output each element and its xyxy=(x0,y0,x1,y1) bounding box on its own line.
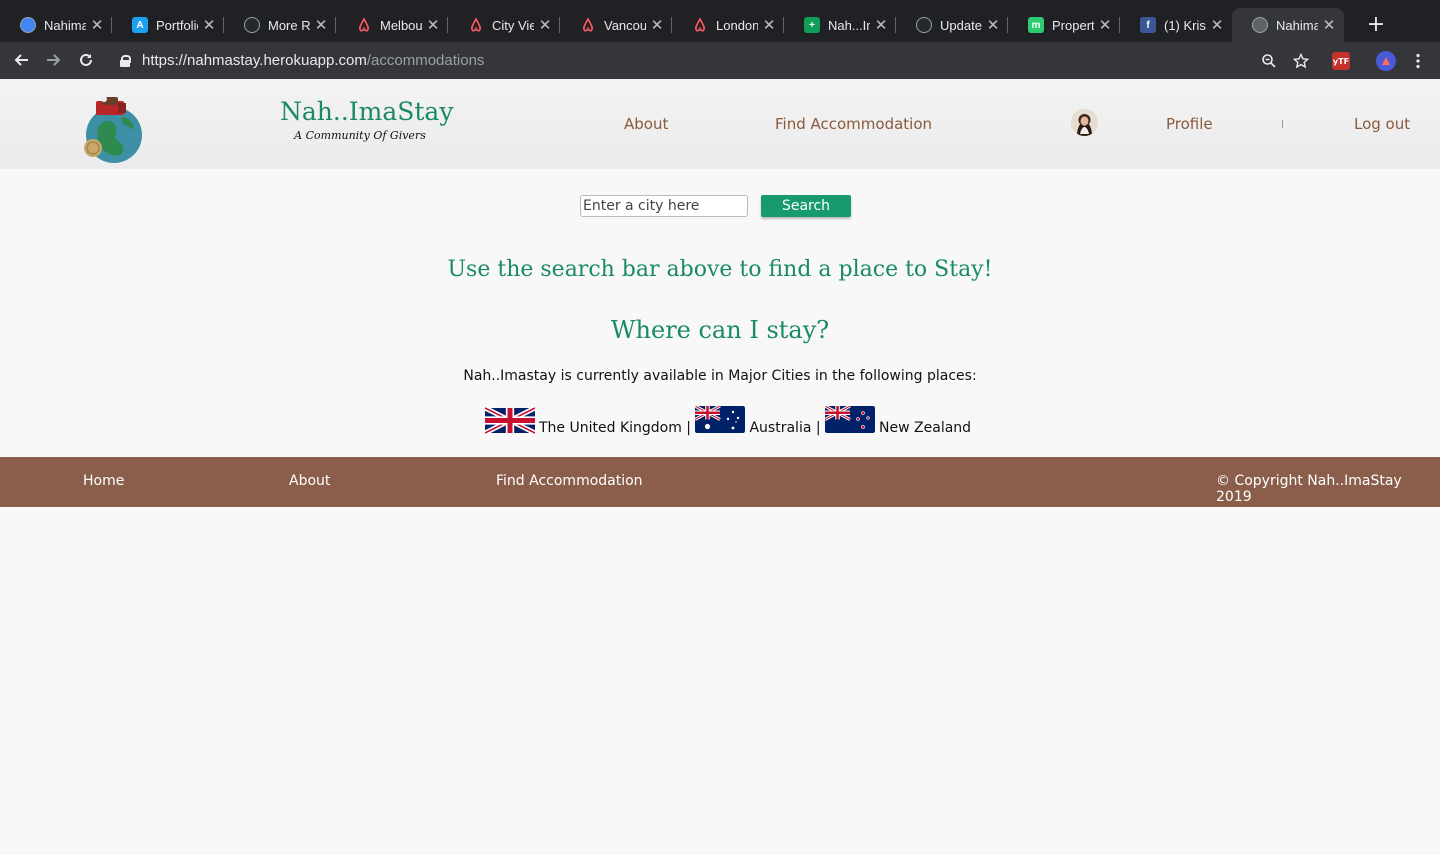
tab-close-icon[interactable]: ✕ xyxy=(1210,16,1224,34)
reload-icon[interactable] xyxy=(74,48,98,72)
tab-title: Nahimas xyxy=(1276,17,1318,33)
extension-icon[interactable]: yTF xyxy=(1330,50,1352,72)
tab-title: More Re xyxy=(268,17,310,33)
tab-favicon-icon xyxy=(244,17,260,33)
browser-tab[interactable]: A Portfolio✕ xyxy=(112,8,224,42)
place-name: New Zealand xyxy=(879,420,972,436)
tab-close-icon[interactable]: ✕ xyxy=(762,16,776,34)
where-can-i-stay-heading: Where can I stay? xyxy=(610,316,830,344)
tab-favicon-icon: A xyxy=(132,17,148,33)
menu-icon[interactable] xyxy=(1407,50,1429,72)
search-prompt-heading: Use the search bar above to find a place… xyxy=(447,257,993,282)
brand-title: Nah..ImaStay xyxy=(280,97,454,126)
user-avatar[interactable] xyxy=(1071,109,1098,136)
city-search-input[interactable] xyxy=(580,195,748,217)
browser-toolbar: https://nahmastay.herokuapp.com/accommod… xyxy=(0,42,1440,79)
tab-close-icon[interactable]: ✕ xyxy=(1098,16,1112,34)
tab-title: Melbour xyxy=(380,17,422,33)
browser-tab[interactable]: Nahimas✕ xyxy=(0,8,112,42)
browser-tab[interactable]: London ✕ xyxy=(672,8,784,42)
globe-logo-icon[interactable] xyxy=(82,93,146,165)
nav-about-link[interactable]: About xyxy=(624,115,668,133)
place-name: Australia xyxy=(749,420,812,436)
nav-profile-link[interactable]: Profile xyxy=(1166,115,1213,133)
tab-title: City View xyxy=(492,17,534,33)
tab-favicon-icon: + xyxy=(804,17,820,33)
tab-close-icon[interactable]: ✕ xyxy=(874,16,888,34)
forward-icon[interactable] xyxy=(42,48,66,72)
tab-close-icon[interactable]: ✕ xyxy=(538,16,552,34)
site-footer: Home About Find Accommodation © Copyrigh… xyxy=(0,457,1440,507)
address-bar[interactable]: https://nahmastay.herokuapp.com/accommod… xyxy=(108,45,1324,76)
tab-title: Nah...Im xyxy=(828,17,870,33)
tab-title: Updated xyxy=(940,17,982,33)
tab-close-icon[interactable]: ✕ xyxy=(1322,16,1336,34)
nav-logout-link[interactable]: Log out xyxy=(1354,115,1410,133)
nz-flag-icon xyxy=(825,406,876,433)
url-host: https://nahmastay.herokuapp.com xyxy=(142,52,367,69)
tab-close-icon[interactable]: ✕ xyxy=(650,16,664,34)
footer-home-link[interactable]: Home xyxy=(83,473,124,489)
browser-tab[interactable]: Updated✕ xyxy=(896,8,1008,42)
tab-close-icon[interactable]: ✕ xyxy=(90,16,104,34)
tab-favicon-icon xyxy=(356,17,372,33)
tab-favicon-icon: f xyxy=(1140,17,1156,33)
site-header: Nah..ImaStay A Community Of Givers About… xyxy=(0,79,1440,169)
availability-intro: Nah..Imastay is currently available in M… xyxy=(463,368,977,384)
tab-title: Portfolio xyxy=(156,17,198,33)
tab-favicon-icon xyxy=(20,17,36,33)
browser-tab[interactable]: Melbour✕ xyxy=(336,8,448,42)
available-places: The United Kingdom | Australia | New Zea… xyxy=(485,402,971,436)
tab-close-icon[interactable]: ✕ xyxy=(986,16,1000,34)
place-separator: | xyxy=(811,420,826,436)
place-separator: | xyxy=(681,420,696,436)
tab-favicon-icon xyxy=(1252,17,1268,33)
tab-favicon-icon xyxy=(580,17,596,33)
browser-tab-bar: Nahimas✕APortfolio✕More Re✕Melbour✕City … xyxy=(0,0,1440,42)
star-icon[interactable] xyxy=(1290,50,1312,72)
browser-tab[interactable]: City View✕ xyxy=(448,8,560,42)
browser-tab[interactable]: Nahimas✕ xyxy=(1232,8,1344,42)
back-icon[interactable] xyxy=(9,48,33,72)
au-flag-icon xyxy=(695,406,746,433)
search-button[interactable]: Search xyxy=(761,195,851,217)
tab-close-icon[interactable]: ✕ xyxy=(426,16,440,34)
nav-divider xyxy=(1282,120,1283,128)
browser-tab[interactable]: f (1) Kristy✕ xyxy=(1120,8,1232,42)
brand[interactable]: Nah..ImaStay A Community Of Givers xyxy=(280,97,454,142)
nav-find-accommodation-link[interactable]: Find Accommodation xyxy=(775,115,932,133)
tab-close-icon[interactable]: ✕ xyxy=(314,16,328,34)
browser-tab[interactable]: m Property✕ xyxy=(1008,8,1120,42)
tab-title: (1) Kristy xyxy=(1164,17,1206,33)
tab-favicon-icon: m xyxy=(1028,17,1044,33)
uk-flag-icon xyxy=(485,405,535,436)
url-path: /accommodations xyxy=(366,52,485,69)
profile-extension-icon[interactable] xyxy=(1375,50,1397,72)
new-tab-button[interactable]: + xyxy=(1366,12,1386,37)
tab-title: London xyxy=(716,17,758,33)
browser-tab[interactable]: Vancouv✕ xyxy=(560,8,672,42)
tab-title: Vancouv xyxy=(604,17,646,33)
tab-title: Nahimas xyxy=(44,17,86,33)
lock-icon xyxy=(120,54,131,67)
tab-favicon-icon xyxy=(916,17,932,33)
browser-tab[interactable]: More Re✕ xyxy=(224,8,336,42)
footer-about-link[interactable]: About xyxy=(289,473,330,489)
place-name: The United Kingdom xyxy=(539,420,682,436)
tab-favicon-icon xyxy=(468,17,484,33)
tab-close-icon[interactable]: ✕ xyxy=(202,16,216,34)
footer-copyright: © Copyright Nah..ImaStay 2019 xyxy=(1216,473,1402,505)
brand-tagline: A Community Of Givers xyxy=(294,129,426,142)
zoom-icon[interactable] xyxy=(1258,50,1280,72)
tab-favicon-icon xyxy=(692,17,708,33)
footer-find-accommodation-link[interactable]: Find Accommodation xyxy=(496,473,643,489)
browser-tab[interactable]: + Nah...Im✕ xyxy=(784,8,896,42)
tab-title: Property xyxy=(1052,17,1094,33)
